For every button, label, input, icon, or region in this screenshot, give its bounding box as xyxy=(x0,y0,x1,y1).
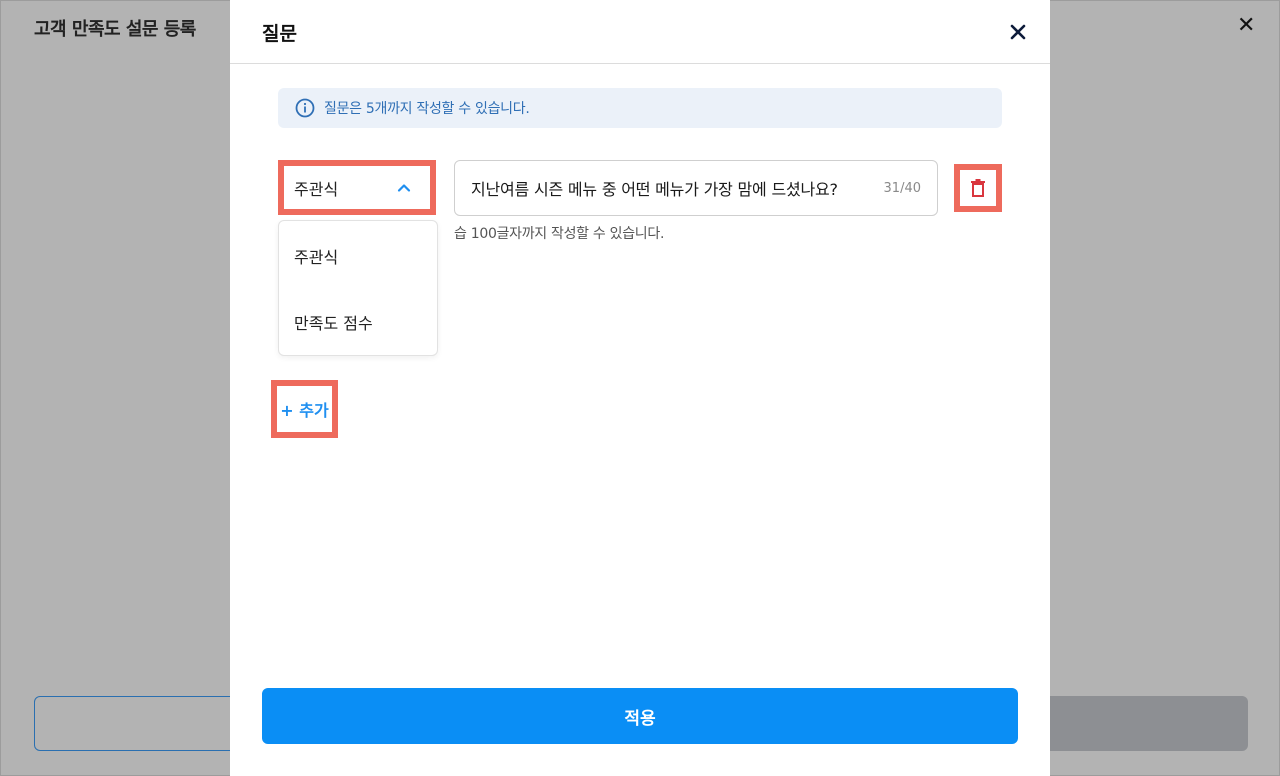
apply-button[interactable]: 적용 xyxy=(262,688,1018,744)
dropdown-option-satisfaction-score[interactable]: 만족도 점수 xyxy=(294,310,373,334)
add-question-button[interactable]: + 추가 xyxy=(271,380,338,438)
info-text: 질문은 5개까지 작성할 수 있습니다. xyxy=(324,101,530,117)
delete-question-button[interactable] xyxy=(954,164,1002,212)
question-type-select[interactable]: 주관식 xyxy=(278,160,436,215)
question-modal: 질문 질문은 5개까지 작성할 수 있습니다. 지난여름 시즌 메뉴 중 어떤 … xyxy=(230,0,1050,776)
helper-text: 습 100글자까지 작성할 수 있습니다. xyxy=(454,226,665,242)
page-close-icon[interactable]: ✕ xyxy=(1237,13,1255,39)
trash-icon xyxy=(971,179,985,197)
apply-button-label: 적용 xyxy=(624,708,656,729)
question-text-input[interactable]: 지난여름 시즌 메뉴 중 어떤 메뉴가 가장 맘에 드셨나요? 31/40 xyxy=(454,160,938,216)
question-text-value[interactable]: 지난여름 시즌 메뉴 중 어떤 메뉴가 가장 맘에 드셨나요? xyxy=(471,176,876,200)
add-button-label: + 추가 xyxy=(280,401,329,420)
page-title: 고객 만족도 설문 등록 xyxy=(34,19,196,40)
char-count: 31/40 xyxy=(883,180,921,196)
modal-header: 질문 xyxy=(230,0,1050,64)
chevron-up-icon xyxy=(397,183,411,192)
question-type-selected: 주관식 xyxy=(294,179,339,199)
modal-title: 질문 xyxy=(262,23,297,45)
dropdown-option-subjective[interactable]: 주관식 xyxy=(294,244,338,268)
question-type-dropdown: 주관식 만족도 점수 xyxy=(278,220,438,356)
info-banner: 질문은 5개까지 작성할 수 있습니다. xyxy=(278,88,1002,128)
info-icon xyxy=(295,98,315,118)
close-icon[interactable] xyxy=(1006,20,1030,44)
